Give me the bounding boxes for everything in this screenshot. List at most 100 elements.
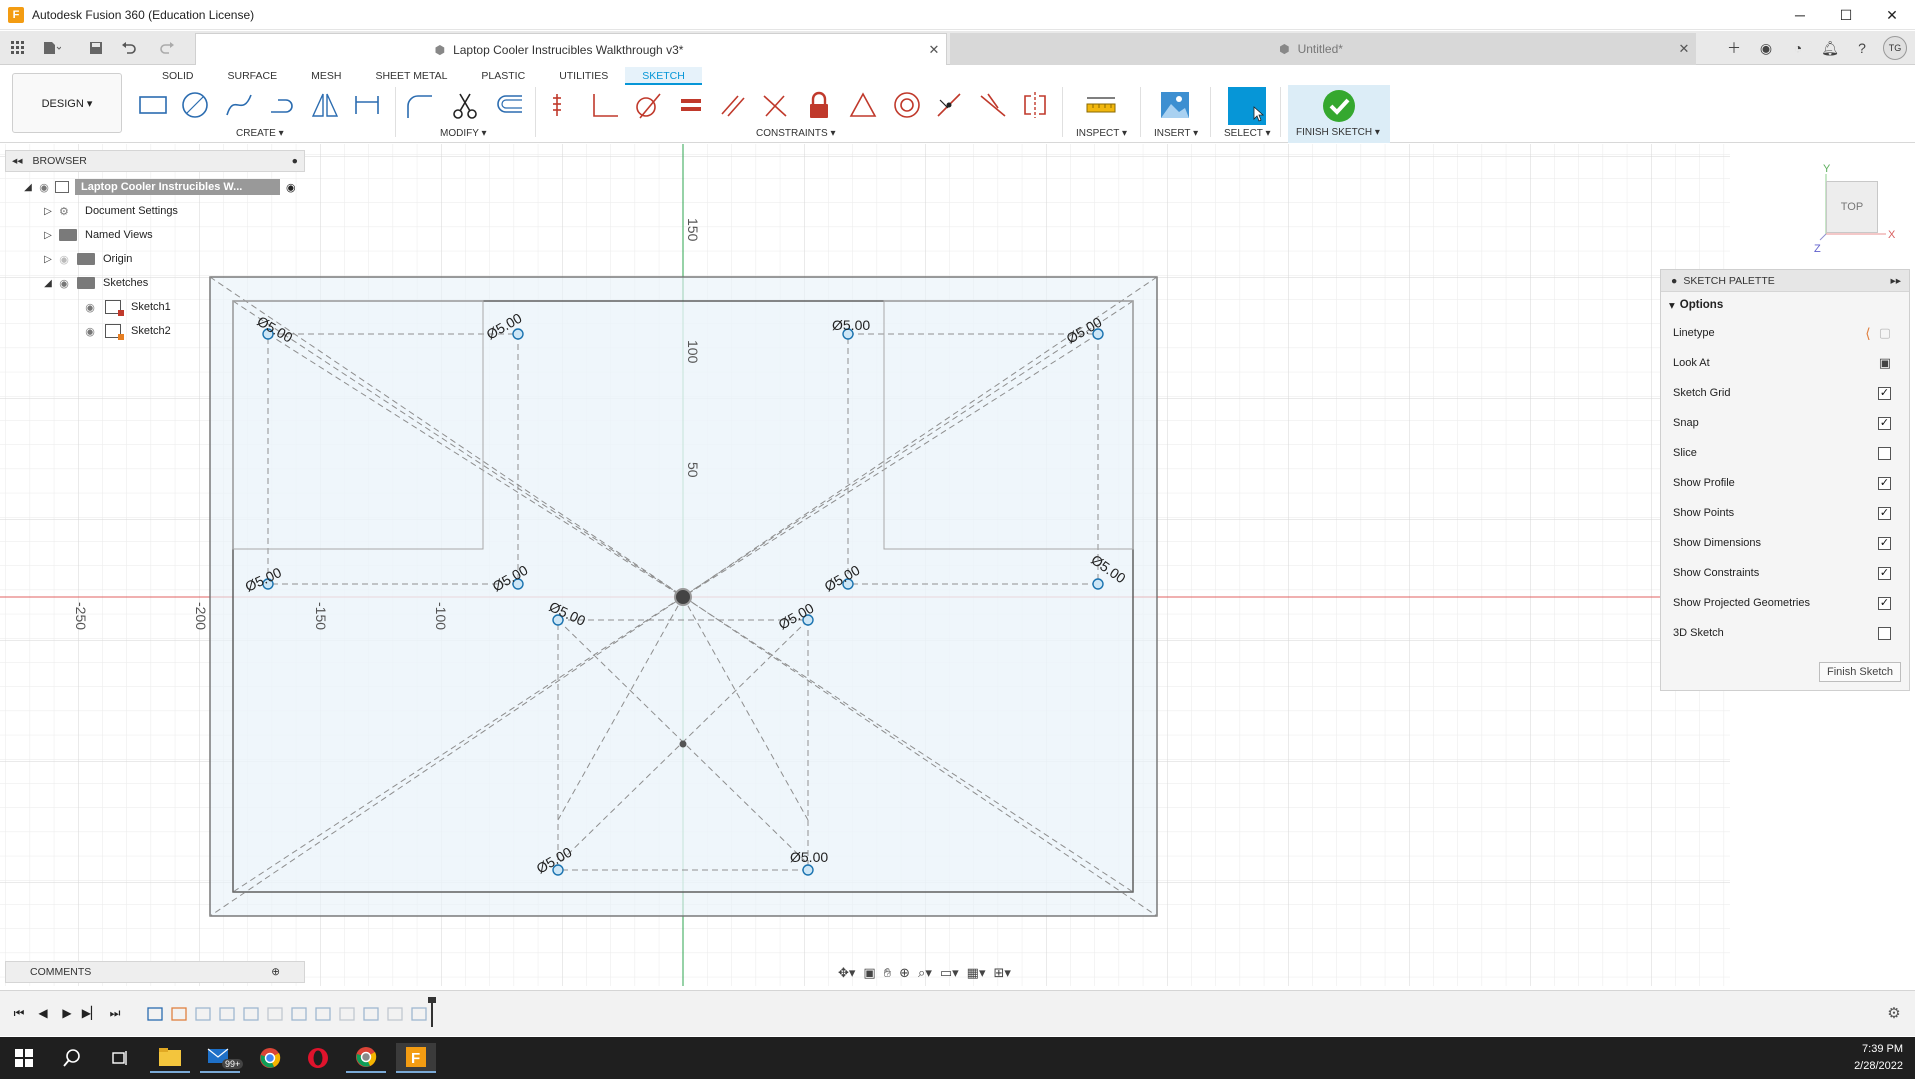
construction-line-icon[interactable]: ⟨ [1865,325,1870,342]
offset-tool-icon[interactable] [492,88,526,122]
trim-tool-icon[interactable] [448,88,482,122]
palette-option-checkbox[interactable]: ✓ [1878,416,1891,430]
undo-icon[interactable] [120,38,140,58]
select-tool-button[interactable] [1228,87,1266,125]
inspect-group-label[interactable]: INSPECT ▾ [1076,128,1127,139]
insert-group-label[interactable]: INSERT ▾ [1154,128,1198,139]
new-tab-icon[interactable]: ＋ [1723,37,1745,59]
tree-item-sketches[interactable]: ◢ ◉ Sketches [41,272,148,294]
workspace-switcher[interactable]: DESIGN ▾ [12,73,122,133]
measure-tool-icon[interactable] [1084,88,1118,122]
timeline-settings-gear-icon[interactable]: ⚙ [1885,1004,1903,1022]
collapse-triangle-icon[interactable]: ◢ [21,182,35,193]
help-icon[interactable]: ? [1851,37,1873,59]
symmetry-triangle-icon[interactable] [846,88,880,122]
task-view-icon[interactable] [100,1043,140,1073]
spline-tool-icon[interactable] [222,88,256,122]
minimize-button[interactable]: ─ [1777,0,1823,30]
file-menu-icon[interactable] [42,38,62,58]
mirror-tool-icon[interactable] [308,88,342,122]
user-avatar[interactable]: TG [1883,36,1907,60]
tree-item-origin[interactable]: ▷ ◉ Origin [41,248,132,270]
perpendicular-constraint-icon[interactable] [758,88,792,122]
opera-icon[interactable] [298,1043,338,1073]
palette-option-checkbox[interactable]: ✓ [1878,566,1891,580]
tab-sketch[interactable]: SKETCH [625,67,702,85]
finish-sketch-button[interactable]: Finish Sketch [1819,662,1901,682]
coincident-constraint-icon[interactable] [588,88,622,122]
search-icon[interactable] [52,1043,92,1073]
close-tab-icon[interactable]: ✕ [922,42,946,58]
visibility-eye-icon[interactable]: ◉ [55,277,73,290]
expand-palette-icon[interactable]: ▸▸ [1890,275,1901,287]
sketch-palette-header[interactable]: ● SKETCH PALETTE ▸▸ [1661,270,1909,292]
visibility-eye-icon[interactable]: ◉ [81,301,99,314]
equal-constraint-icon[interactable] [674,88,708,122]
play-icon[interactable]: ▶ [58,1004,76,1022]
document-tab-active[interactable]: ⬢ Laptop Cooler Instrucibles Walkthrough … [195,33,947,65]
collapse-triangle-icon[interactable]: ◢ [41,278,55,289]
browser-header[interactable]: ◂◂ BROWSER ● [5,150,305,172]
hidden-eye-icon[interactable]: ◉ [55,253,73,266]
palette-pin-icon[interactable]: ● [1671,275,1677,287]
file-explorer-icon[interactable] [150,1043,190,1073]
browser-options-icon[interactable]: ● [292,155,298,167]
tab-plastic[interactable]: PLASTIC [464,67,542,85]
collapse-panel-icon[interactable]: ◂◂ [12,155,23,167]
palette-option-checkbox[interactable] [1878,626,1891,640]
midpoint-constraint-icon[interactable] [932,88,966,122]
centerline-icon[interactable]: ▢ [1879,325,1891,342]
tree-item-named-views[interactable]: ▷ Named Views [41,224,153,246]
dimension-tool-icon[interactable] [350,88,384,122]
view-cube[interactable]: TOP [1826,181,1878,233]
circle-tool-icon[interactable] [178,88,212,122]
symmetric-constraint-icon[interactable] [1018,88,1052,122]
tree-item-sketch1[interactable]: ◉ Sketch1 [81,296,171,318]
parallel-constraint-icon[interactable] [716,88,750,122]
fillet-tool-icon[interactable] [402,88,436,122]
palette-option-checkbox[interactable] [1878,446,1891,460]
look-at-icon[interactable]: ▣ [1879,355,1891,371]
finish-sketch-ribbon-button[interactable]: FINISH SKETCH ▾ [1288,85,1390,143]
mail-icon[interactable]: 99+ [200,1043,244,1073]
visibility-eye-icon[interactable]: ◉ [35,181,53,194]
options-section-header[interactable]: ▾ Options [1661,292,1909,318]
close-window-button[interactable]: ✕ [1869,0,1915,30]
extensions-icon[interactable]: ◉ [1755,37,1777,59]
close-tab-icon[interactable]: ✕ [1672,41,1696,57]
redo-icon[interactable] [156,38,176,58]
collinear-constraint-icon[interactable] [976,88,1010,122]
palette-option-checkbox[interactable]: ✓ [1878,476,1891,490]
palette-option-checkbox[interactable]: ✓ [1878,386,1891,400]
system-clock[interactable]: 7:39 PM 2/28/2022 [1854,1041,1903,1075]
select-group-label[interactable]: SELECT ▾ [1224,128,1271,139]
visibility-eye-icon[interactable]: ◉ [81,325,99,338]
tab-mesh[interactable]: MESH [294,67,358,85]
maximize-button[interactable]: ☐ [1823,0,1869,30]
modify-group-label[interactable]: MODIFY ▾ [440,128,487,139]
go-to-end-icon[interactable]: ⏭ [106,1004,124,1022]
notifications-icon[interactable]: 🔔︎ [1819,37,1841,59]
expand-triangle-icon[interactable]: ▷ [41,230,55,241]
orbit-icon[interactable]: ✥▾ [838,965,855,981]
comments-panel[interactable]: COMMENTS ⊕ [5,961,305,983]
grid-settings-icon[interactable]: ▦▾ [967,965,986,981]
app-grid-icon[interactable] [8,38,28,58]
save-icon[interactable] [86,38,106,58]
palette-option-checkbox[interactable]: ✓ [1878,536,1891,550]
tab-surface[interactable]: SURFACE [211,67,295,85]
palette-option-checkbox[interactable]: ✓ [1878,506,1891,520]
job-status-icon[interactable]: ◔ [1787,37,1809,59]
expand-triangle-icon[interactable]: ▷ [41,254,55,265]
horizontal-vertical-constraint-icon[interactable] [545,88,579,122]
activate-radio-icon[interactable]: ◉ [286,181,296,194]
collapse-triangle-icon[interactable]: ▾ [1669,298,1675,312]
look-at-face-icon[interactable]: ▣ [863,965,875,981]
palette-option-checkbox[interactable]: ✓ [1878,596,1891,610]
zoom-icon[interactable]: ⊕ [899,965,910,981]
slot-tool-icon[interactable] [266,88,300,122]
tab-sheet-metal[interactable]: SHEET METAL [358,67,464,85]
display-settings-icon[interactable]: ▭▾ [940,965,959,981]
rectangle-tool-icon[interactable] [136,88,170,122]
expand-triangle-icon[interactable]: ▷ [41,206,55,217]
